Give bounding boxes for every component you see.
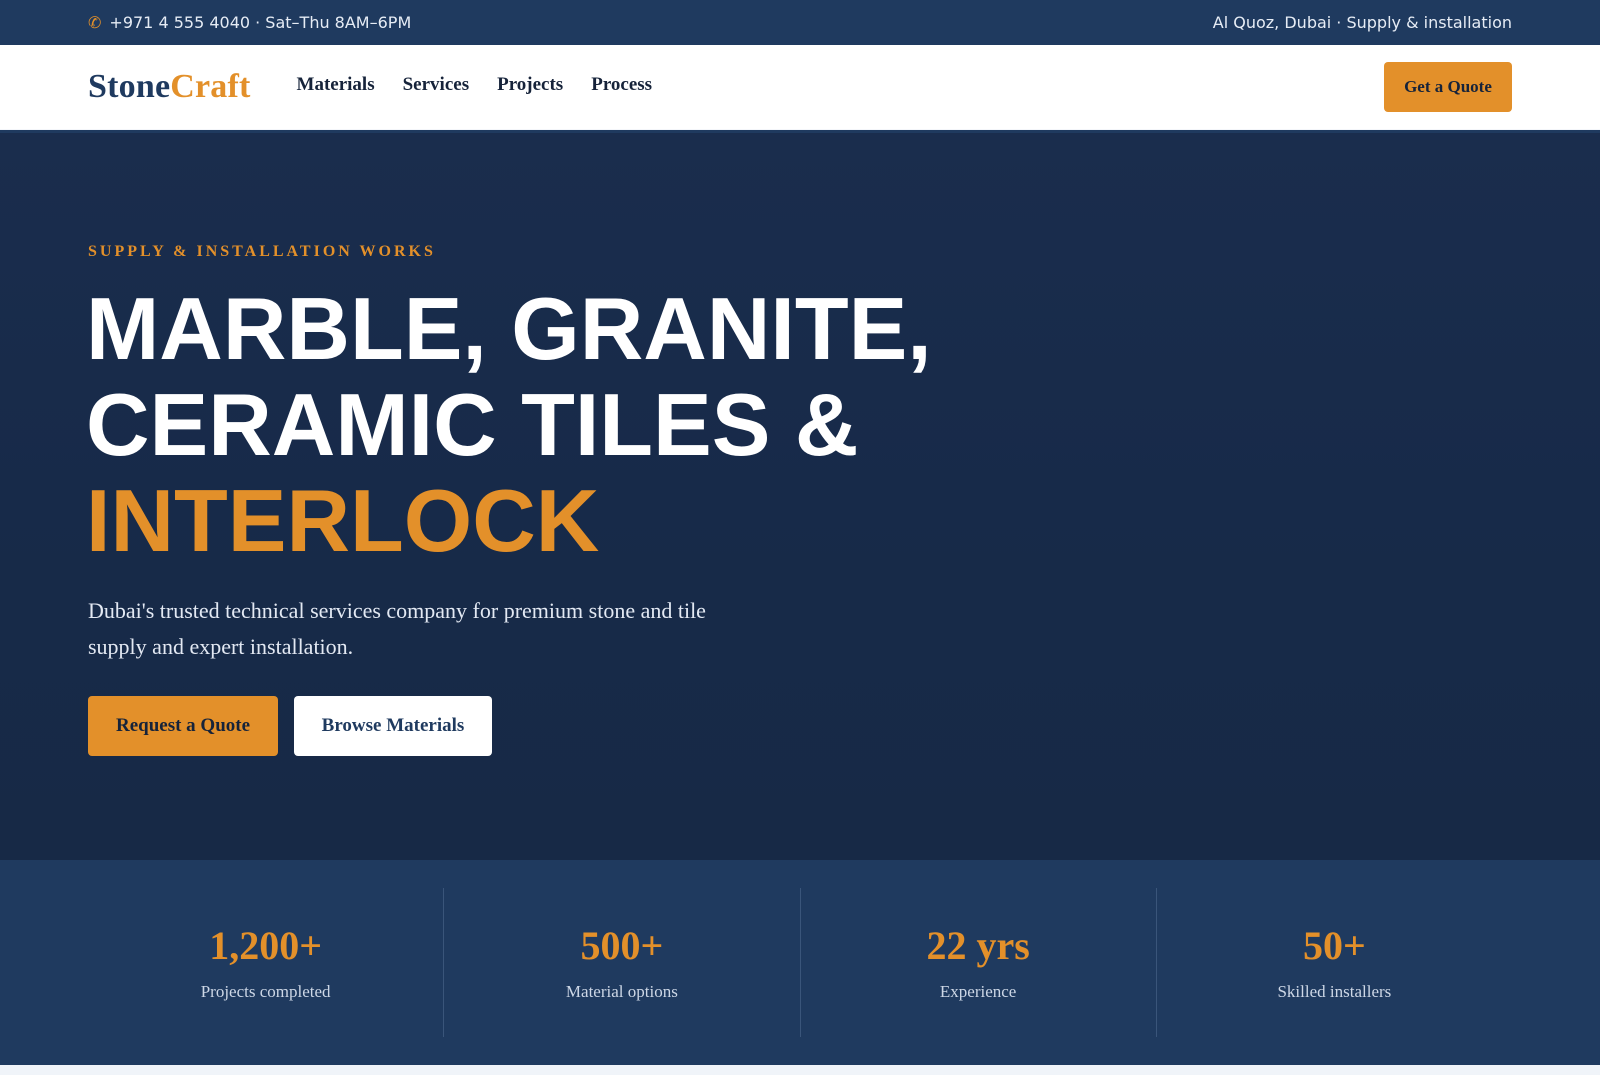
stat-value: 500+ bbox=[580, 922, 664, 968]
page-below-fold bbox=[0, 1065, 1600, 1075]
nav-projects[interactable]: Projects bbox=[497, 74, 563, 96]
headline-accent: INTERLOCK bbox=[86, 471, 600, 570]
hero-section: SUPPLY & INSTALLATION WORKS MARBLE, GRAN… bbox=[0, 133, 1600, 860]
phone-icon: ✆ bbox=[88, 12, 102, 32]
contact-info: ✆ +971 4 555 4040 · Sat–Thu 8AM–6PM bbox=[88, 13, 411, 32]
stat-experience: 22 yrs Experience bbox=[801, 888, 1157, 1037]
logo-stone: Stone bbox=[88, 68, 171, 105]
stat-value: 50+ bbox=[1302, 922, 1366, 968]
stat-label: Material options bbox=[565, 981, 678, 1001]
stat-installers: 50+ Skilled installers bbox=[1157, 888, 1512, 1037]
get-a-quote-button[interactable]: Get a Quote bbox=[1384, 62, 1512, 112]
hero-subtitle: Dubai's trusted technical services compa… bbox=[88, 598, 706, 659]
stat-value: 22 yrs bbox=[926, 922, 1030, 968]
contact-text: +971 4 555 4040 · Sat–Thu 8AM–6PM bbox=[109, 13, 412, 32]
hero-eyebrow: SUPPLY & INSTALLATION WORKS bbox=[88, 243, 436, 260]
top-info-bar: ✆ +971 4 555 4040 · Sat–Thu 8AM–6PM Al Q… bbox=[0, 0, 1600, 45]
stat-label: Skilled installers bbox=[1277, 981, 1392, 1001]
logo-craft: Craft bbox=[170, 68, 251, 105]
stat-value: 1,200+ bbox=[209, 922, 323, 968]
stats-bar: 1,200+ Projects completed 500+ Material … bbox=[0, 860, 1600, 1065]
logo[interactable]: StoneCraft bbox=[88, 68, 251, 106]
nav-materials[interactable]: Materials bbox=[297, 74, 375, 96]
hero-headline: MARBLE, GRANITE, CERAMIC TILES & INTERLO… bbox=[86, 281, 932, 569]
stat-projects: 1,200+ Projects completed bbox=[88, 888, 445, 1037]
request-quote-button[interactable]: Request a Quote bbox=[88, 696, 278, 756]
nav-services[interactable]: Services bbox=[403, 74, 469, 96]
nav-process[interactable]: Process bbox=[591, 74, 652, 96]
headline-line-1: MARBLE, GRANITE, bbox=[86, 279, 932, 378]
main-nav: Materials Services Projects Process bbox=[297, 74, 653, 96]
browse-materials-button[interactable]: Browse Materials bbox=[294, 696, 492, 756]
stat-label: Projects completed bbox=[200, 981, 331, 1001]
location-text: Al Quoz, Dubai · Supply & installation bbox=[1212, 13, 1512, 32]
site-header: StoneCraft Materials Services Projects P… bbox=[0, 45, 1600, 133]
headline-line-2: CERAMIC TILES & bbox=[86, 375, 859, 474]
stat-label: Experience bbox=[939, 981, 1017, 1001]
stat-materials: 500+ Material options bbox=[444, 888, 801, 1037]
hero-cta-row: Request a Quote Browse Materials bbox=[88, 696, 492, 756]
